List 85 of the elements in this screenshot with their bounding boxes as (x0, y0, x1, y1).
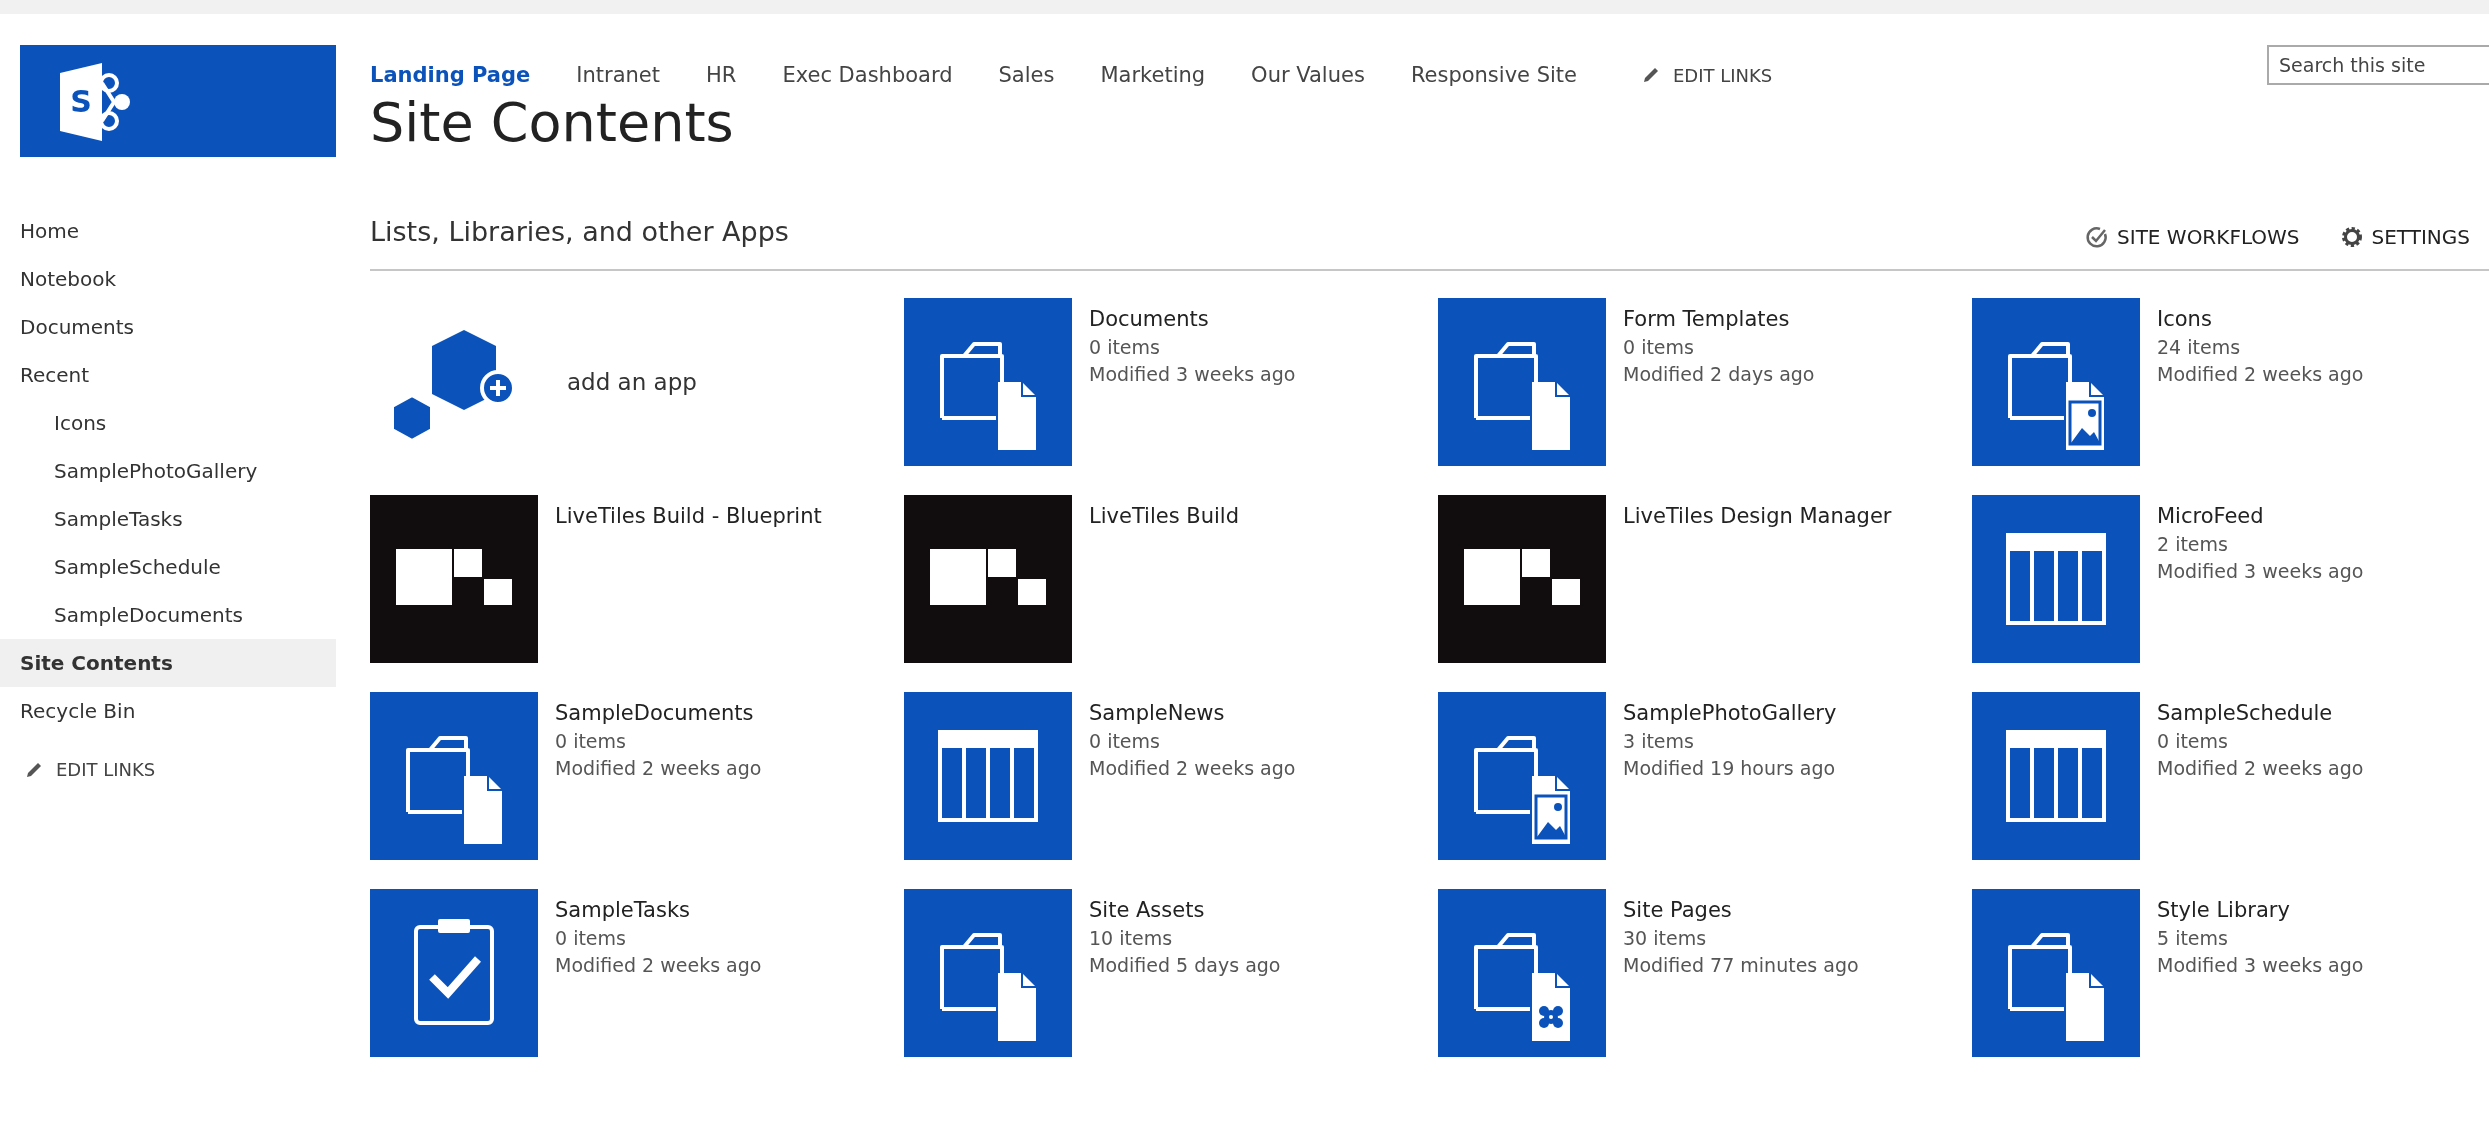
squares-icon[interactable] (370, 495, 538, 663)
sidebar-item[interactable]: SampleSchedule (0, 543, 336, 591)
item-count: 0 items (1089, 335, 1161, 360)
sidebar-item[interactable]: Documents (0, 303, 336, 351)
add-app-link[interactable]: add an app (567, 369, 697, 395)
toolbar-link[interactable]: SITE WORKFLOWS (2085, 225, 2300, 249)
top-nav-link[interactable]: Marketing (1100, 63, 1206, 87)
app-title-link[interactable]: LiveTiles Build (1089, 501, 1239, 531)
item-count: 30 items (1623, 926, 1708, 951)
top-nav-link[interactable]: Exec Dashboard (782, 63, 953, 87)
app-title-link[interactable]: Form Templates (1623, 304, 1815, 334)
modified-date: Modified 3 weeks ago (2157, 953, 2364, 978)
top-nav-link[interactable]: Our Values (1251, 63, 1365, 87)
sidebar-item[interactable]: SamplePhotoGallery (0, 447, 336, 495)
toolbar-link[interactable]: SETTINGS (2339, 225, 2470, 249)
page-title: Site Contents (370, 91, 735, 155)
app-title-link[interactable]: Icons (2157, 304, 2364, 334)
modified-date: Modified 3 weeks ago (1089, 362, 1296, 387)
check-circle-icon (2085, 225, 2110, 249)
item-count: 5 items (2157, 926, 2229, 951)
sidebar-item[interactable]: SampleDocuments (0, 591, 336, 639)
app-title-link[interactable]: Documents (1089, 304, 1296, 334)
squares-icon[interactable] (1438, 495, 1606, 663)
item-count: 3 items (1623, 729, 1695, 754)
sidebar-item[interactable]: Home (0, 207, 336, 255)
squares-icon[interactable] (904, 495, 1072, 663)
app-title-link[interactable]: Style Library (2157, 895, 2364, 925)
modified-date: Modified 2 weeks ago (1089, 756, 1296, 781)
sidebar-item[interactable]: Notebook (0, 255, 336, 303)
top-nav-link[interactable]: HR (706, 63, 737, 87)
modified-date: Modified 3 weeks ago (2157, 559, 2364, 584)
folder-document-icon[interactable] (370, 692, 538, 860)
app-title-link[interactable]: SamplePhotoGallery (1623, 698, 1837, 728)
folder-document-icon[interactable] (904, 298, 1072, 466)
app-title-link[interactable]: Site Pages (1623, 895, 1859, 925)
sharepoint-logo[interactable]: S (20, 45, 336, 157)
item-count: 0 items (1089, 729, 1161, 754)
edit-links-link[interactable]: EDIT LINKS (1673, 64, 1773, 86)
top-nav-link[interactable]: Sales (998, 63, 1055, 87)
app-title-link[interactable]: SampleDocuments (555, 698, 762, 728)
modified-date: Modified 2 weeks ago (555, 953, 762, 978)
folder-document-icon[interactable] (904, 889, 1072, 1057)
folder-document-icon[interactable] (1438, 298, 1606, 466)
modified-date: Modified 5 days ago (1089, 953, 1281, 978)
section-title: Lists, Libraries, and other Apps (370, 215, 789, 247)
folder-picture-icon[interactable] (1972, 298, 2140, 466)
app-title-link[interactable]: SampleTasks (555, 895, 762, 925)
modified-date: Modified 2 weeks ago (555, 756, 762, 781)
search-field[interactable]: Search this site (2267, 45, 2489, 85)
item-count: 0 items (1623, 335, 1695, 360)
folder-page-icon[interactable] (1438, 889, 1606, 1057)
sidebar-item[interactable]: Icons (0, 399, 336, 447)
edit-links-link[interactable]: EDIT LINKS (56, 759, 156, 780)
app-title-link[interactable]: SampleSchedule (2157, 698, 2364, 728)
pencil-icon (1641, 65, 1661, 85)
top-nav-link[interactable]: Intranet (576, 63, 660, 87)
item-count: 10 items (1089, 926, 1174, 951)
folder-picture-icon[interactable] (1438, 692, 1606, 860)
app-title-link[interactable]: SampleNews (1089, 698, 1296, 728)
clipboard-check-icon[interactable] (370, 889, 538, 1057)
app-title-link[interactable]: LiveTiles Build - Blueprint (555, 501, 822, 531)
app-title-link[interactable]: Site Assets (1089, 895, 1281, 925)
settings-icon (2339, 225, 2364, 249)
modified-date: Modified 2 weeks ago (2157, 756, 2364, 781)
modified-date: Modified 77 minutes ago (1623, 953, 1859, 978)
item-count: 0 items (555, 729, 627, 754)
top-nav-link[interactable]: Responsive Site (1410, 63, 1577, 87)
app-title-link[interactable]: MicroFeed (2157, 501, 2364, 531)
modified-date: Modified 19 hours ago (1623, 756, 1837, 781)
table-icon[interactable] (1972, 692, 2140, 860)
sidebar-item[interactable]: Site Contents (0, 639, 336, 687)
item-count: 0 items (555, 926, 627, 951)
top-nav-link[interactable]: Landing Page (370, 63, 531, 87)
modified-date: Modified 2 days ago (1623, 362, 1815, 387)
sidebar-item[interactable]: Recent (0, 351, 336, 399)
item-count: 0 items (2157, 729, 2229, 754)
table-icon[interactable] (1972, 495, 2140, 663)
item-count: 24 items (2157, 335, 2242, 360)
sidebar-item[interactable]: SampleTasks (0, 495, 336, 543)
table-icon[interactable] (904, 692, 1072, 860)
modified-date: Modified 2 weeks ago (2157, 362, 2364, 387)
sidebar-item[interactable]: Recycle Bin (0, 687, 336, 735)
app-title-link[interactable]: LiveTiles Design Manager (1623, 501, 1892, 531)
folder-document-icon[interactable] (1972, 889, 2140, 1057)
item-count: 2 items (2157, 532, 2229, 557)
